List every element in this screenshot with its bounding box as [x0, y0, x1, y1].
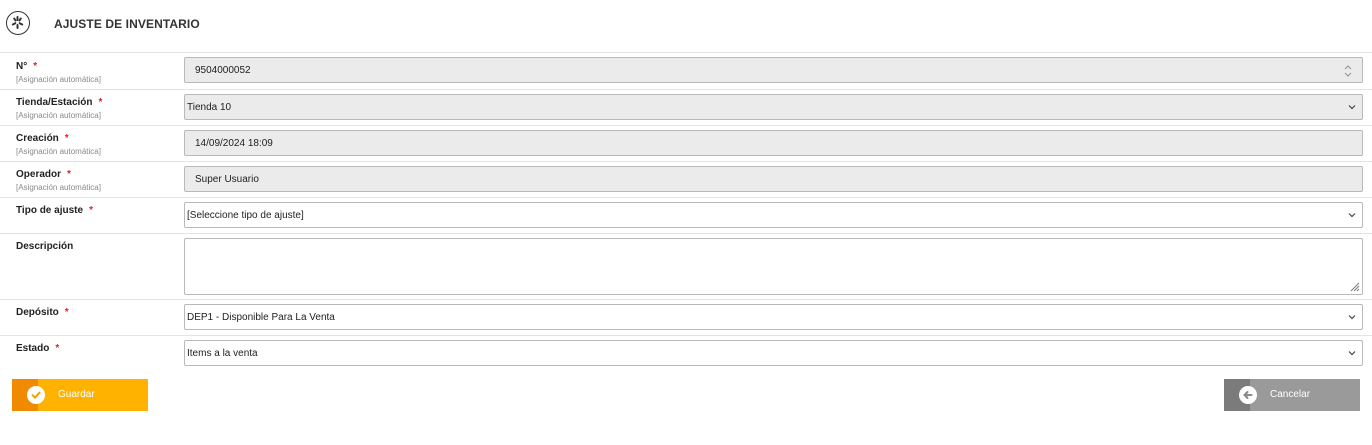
form-row-deposito: Depósito * DEP1 - Disponible Para La Vent…	[0, 300, 1372, 336]
page-header: AJUSTE DE INVENTARIO	[0, 0, 1372, 53]
auto-assign-hint: [Asignación automática]	[16, 147, 101, 156]
required-mark: *	[98, 97, 103, 108]
tienda-value: Tienda 10	[187, 102, 232, 113]
auto-assign-hint: [Asignación automática]	[16, 75, 101, 84]
chevron-down-icon	[1348, 213, 1356, 218]
tipo-ajuste-value: [Seleccione tipo de ajuste]	[187, 210, 304, 221]
tipo-ajuste-label: Tipo de ajuste *	[16, 205, 93, 216]
save-button-label: Guardar	[58, 389, 95, 400]
auto-assign-hint: [Asignación automática]	[16, 183, 101, 192]
deposito-label: Depósito *	[16, 307, 69, 318]
descripcion-textarea[interactable]	[184, 238, 1363, 295]
form-row-creacion: Creación * [Asignación automática] 14/09/…	[0, 126, 1372, 162]
creacion-label: Creación *	[16, 133, 69, 144]
numero-value: 9504000052	[195, 65, 251, 76]
required-mark: *	[64, 307, 69, 318]
form-row-operador: Operador * [Asignación automática] Super …	[0, 162, 1372, 198]
operador-label: Operador *	[16, 169, 71, 180]
auto-assign-hint: [Asignación automática]	[16, 111, 101, 120]
required-mark: *	[33, 61, 38, 72]
spinner-arrows-icon	[1344, 65, 1352, 77]
required-mark: *	[89, 205, 93, 216]
creacion-field: 14/09/2024 18:09	[184, 130, 1363, 156]
required-mark: *	[55, 343, 60, 354]
chevron-down-icon	[1348, 351, 1356, 356]
tienda-select[interactable]: Tienda 10	[184, 94, 1363, 120]
estado-label: Estado *	[16, 343, 60, 354]
arrow-left-icon	[1239, 386, 1257, 404]
form-row-tipo-ajuste: Tipo de ajuste * [Seleccione tipo de ajus…	[0, 198, 1372, 234]
deposito-select[interactable]: DEP1 - Disponible Para La Venta	[184, 304, 1363, 330]
tienda-label: Tienda/Estación *	[16, 97, 103, 108]
chevron-down-icon	[1348, 315, 1356, 320]
operador-value: Super Usuario	[195, 174, 259, 185]
chevron-down-icon	[1348, 105, 1356, 110]
form-row-numero: N° * [Asignación automática] 9504000052	[0, 53, 1372, 90]
estado-select[interactable]: Items a la venta	[184, 340, 1363, 366]
form-row-tienda: Tienda/Estación * [Asignación automática]…	[0, 90, 1372, 126]
save-button[interactable]: Guardar	[12, 379, 148, 411]
tipo-ajuste-select[interactable]: [Seleccione tipo de ajuste]	[184, 202, 1363, 228]
asterisk-logo-icon	[6, 11, 30, 35]
form-row-estado: Estado * Items a la venta	[0, 336, 1372, 370]
cancel-button[interactable]: Cancelar	[1224, 379, 1360, 411]
check-icon	[27, 386, 45, 404]
resize-grip-icon[interactable]	[1348, 280, 1360, 292]
numero-field: 9504000052	[184, 57, 1363, 83]
deposito-value: DEP1 - Disponible Para La Venta	[187, 312, 335, 323]
cancel-button-label: Cancelar	[1270, 389, 1311, 400]
operador-field: Super Usuario	[184, 166, 1363, 192]
page-title: AJUSTE DE INVENTARIO	[54, 17, 200, 31]
descripcion-label: Descripción	[16, 241, 74, 252]
numero-label: N° *	[16, 61, 38, 72]
required-mark: *	[67, 169, 71, 180]
creacion-value: 14/09/2024 18:09	[195, 138, 273, 149]
estado-value: Items a la venta	[187, 348, 258, 359]
required-mark: *	[64, 133, 69, 144]
